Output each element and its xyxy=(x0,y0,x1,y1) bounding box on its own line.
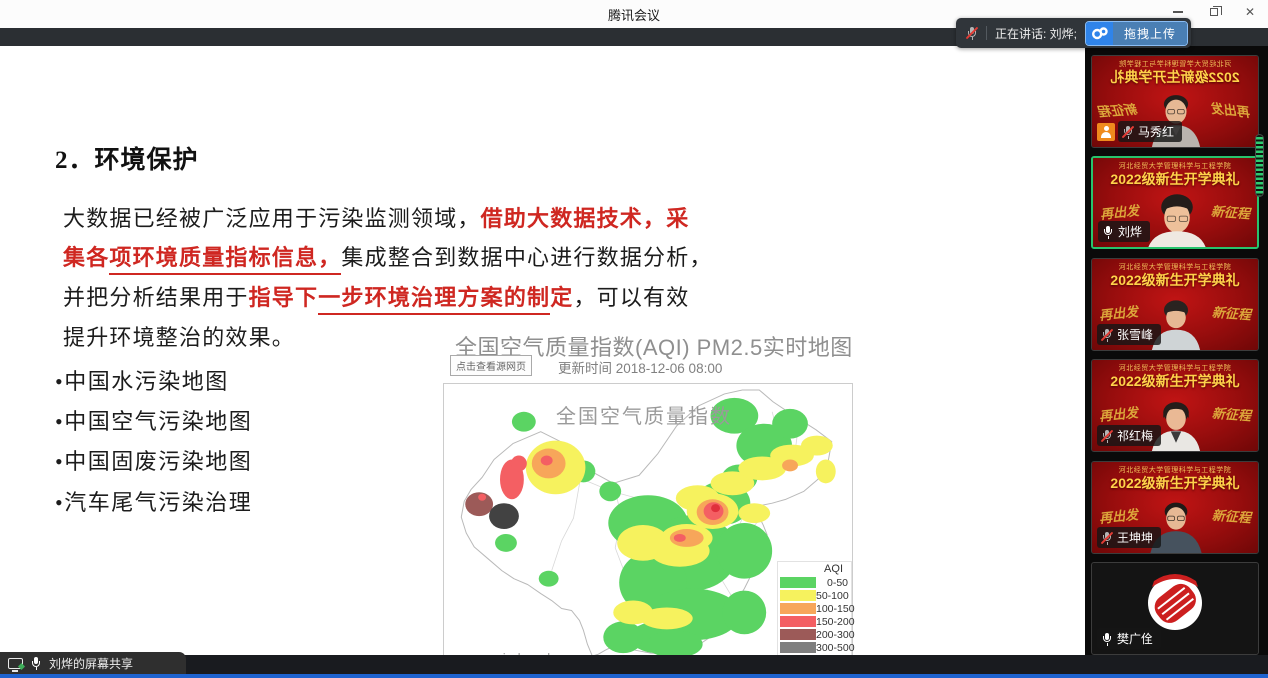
aqi-red-spot-west xyxy=(478,494,486,501)
screen-share-tab[interactable]: 刘烨的屏幕共享 xyxy=(0,652,186,674)
slide-title: 2．环境保护 xyxy=(55,140,199,176)
close-icon: ✕ xyxy=(1245,6,1255,18)
share-label: 刘烨的屏幕共享 xyxy=(49,655,133,672)
video-thumbnail[interactable]: 河北经贸大学管理科学与工程学院 2022级新生开学典礼 再出发 新征程 祁红梅 xyxy=(1091,359,1259,452)
restore-button[interactable] xyxy=(1204,4,1224,20)
drag-upload-label: 拖拽上传 xyxy=(1113,22,1187,45)
video-thumbnail[interactable]: 河北经贸大学管理科学与工程学院 2022级新生开学典礼 再出发 新征程 王坤坤 xyxy=(1091,461,1259,554)
participant-name: 张雪峰 xyxy=(1117,326,1153,343)
participant-name: 马秀红 xyxy=(1138,123,1174,140)
person-badge-icon xyxy=(1097,123,1115,141)
drag-upload-button[interactable]: 拖拽上传 xyxy=(1085,21,1188,46)
tencent-meeting-window: 腾讯会议 ✕ 正在讲话: 刘烨; 拖拽上传 2．环境保护 大数 xyxy=(0,0,1268,678)
aqi-dark-blob xyxy=(489,503,519,529)
audio-level-indicator xyxy=(1255,134,1264,197)
mic-icon xyxy=(1101,531,1113,545)
mic-icon xyxy=(1101,429,1113,443)
bullet-item: •中国水污染地图 xyxy=(55,364,229,396)
share-border-indicator xyxy=(0,674,1268,678)
paragraph-line-4: 提升环境整治的效果。 xyxy=(63,320,295,352)
figure-updated-time: 更新时间 2018-12-06 08:00 xyxy=(558,357,722,377)
speaker-panel: 正在讲话: 刘烨; 拖拽上传 xyxy=(956,18,1191,48)
close-button[interactable]: ✕ xyxy=(1240,4,1260,20)
mic-icon xyxy=(1122,125,1134,139)
paragraph-line-3: 并把分析结果用于指导下一步环境治理方案的制定，可以有效 xyxy=(63,280,689,312)
map-inner-title: 全国空气质量指数 xyxy=(444,400,844,429)
legend-swatch xyxy=(780,629,816,640)
video-thumbnail[interactable]: 河北经贸大学管理科学与工程学院 2022级新生开学典礼 再出发 新征程 张雪峰 xyxy=(1091,258,1259,351)
participant-name: 祁红梅 xyxy=(1117,427,1153,444)
bullet-item: •中国固废污染地图 xyxy=(55,444,252,476)
aqi-deep-red-spot xyxy=(711,504,720,512)
participant-name: 刘烨 xyxy=(1118,223,1142,240)
weiyun-cloud-icon xyxy=(1086,22,1113,45)
legend-swatch xyxy=(780,590,816,601)
paragraph-line-2: 集各项环境质量指标信息，集成整合到数据中心进行数据分析， xyxy=(63,240,713,272)
bullet-item: •中国空气污染地图 xyxy=(55,404,252,436)
legend-swatch xyxy=(780,616,816,627)
video-thumbnail[interactable]: 樊广佺 xyxy=(1091,562,1259,655)
legend-swatch xyxy=(780,603,816,614)
divider xyxy=(986,26,987,40)
aqi-map: 全国空气质量指数 www.air-level.com AQI 0-50 50-1… xyxy=(443,383,853,678)
mic-icon xyxy=(30,656,42,670)
participants-sidebar: 河北经贸大学管理科学与工程学院 2022级新生开学典礼 再出发 新征程 马秀红 xyxy=(1085,46,1268,674)
participant-name: 王坤坤 xyxy=(1117,529,1153,546)
video-thumbnail[interactable]: 河北经贸大学管理科学与工程学院 2022级新生开学典礼 再出发 新征程 刘烨 xyxy=(1091,156,1259,249)
video-thumbnail[interactable]: 河北经贸大学管理科学与工程学院 2022级新生开学典礼 再出发 新征程 马秀红 xyxy=(1091,55,1259,148)
speaking-now-label: 正在讲话: 刘烨; xyxy=(995,25,1077,42)
mic-icon xyxy=(1101,632,1113,646)
screen-share-icon xyxy=(8,658,23,669)
paragraph-line-1: 大数据已经被广泛应用于污染监测领域，借助大数据技术，采 xyxy=(63,201,689,233)
mic-icon xyxy=(1102,225,1114,239)
restore-icon xyxy=(1210,8,1218,16)
shared-screen-slide: 2．环境保护 大数据已经被广泛应用于污染监测领域，借助大数据技术，采 集各项环境… xyxy=(0,46,1085,655)
legend-swatch xyxy=(780,577,816,588)
mic-icon xyxy=(1101,328,1113,342)
mic-muted-icon xyxy=(966,26,978,40)
participant-name: 樊广佺 xyxy=(1117,630,1153,647)
legend-swatch xyxy=(780,642,816,653)
minimize-icon xyxy=(1173,11,1183,13)
legend-header: AQI xyxy=(780,563,849,576)
view-source-button[interactable]: 点击查看源网页 xyxy=(450,355,532,376)
bottom-bar xyxy=(0,655,1268,674)
bullet-item: •汽车尾气污染治理 xyxy=(55,485,252,517)
